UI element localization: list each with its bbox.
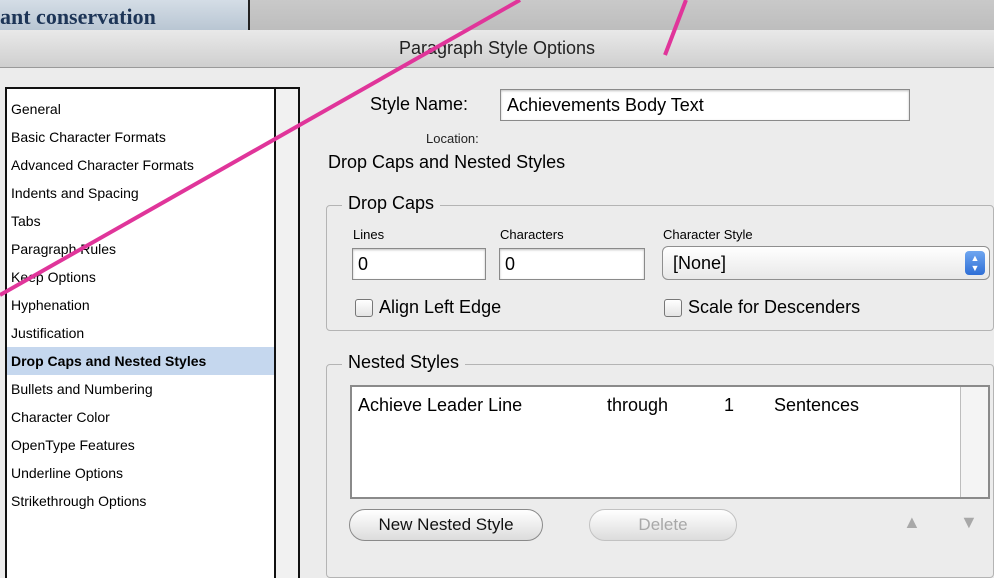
- category-item-advanced-character-formats[interactable]: Advanced Character Formats: [7, 151, 276, 179]
- move-up-arrow-icon[interactable]: ▲: [903, 512, 921, 533]
- category-list-scrollbar[interactable]: [274, 89, 298, 578]
- category-item-tabs[interactable]: Tabs: [7, 207, 276, 235]
- nested-styles-legend: Nested Styles: [342, 352, 466, 373]
- character-style-value: [None]: [673, 253, 727, 273]
- scale-for-descenders-option[interactable]: Scale for Descenders: [664, 297, 860, 319]
- section-title: Drop Caps and Nested Styles: [328, 152, 566, 172]
- scale-for-descenders-label: Scale for Descenders: [688, 297, 861, 317]
- category-list-panel: General Basic Character Formats Advanced…: [5, 87, 300, 578]
- align-left-edge-option[interactable]: Align Left Edge: [355, 297, 501, 319]
- new-nested-style-button[interactable]: New Nested Style: [349, 509, 543, 541]
- nested-styles-scrollbar[interactable]: [960, 387, 988, 497]
- category-item-hyphenation[interactable]: Hyphenation: [7, 291, 276, 319]
- style-name-input[interactable]: [500, 89, 910, 121]
- style-name-label: Style Name:: [370, 94, 469, 114]
- characters-label: Characters: [500, 227, 564, 242]
- category-item-character-color[interactable]: Character Color: [7, 403, 276, 431]
- category-item-paragraph-rules[interactable]: Paragraph Rules: [7, 235, 276, 263]
- category-item-strikethrough-options[interactable]: Strikethrough Options: [7, 487, 276, 515]
- updown-arrows-icon: ▲ ▼: [965, 251, 985, 275]
- move-down-arrow-icon[interactable]: ▼: [960, 512, 978, 533]
- characters-input[interactable]: [499, 248, 645, 280]
- category-item-justification[interactable]: Justification: [7, 319, 276, 347]
- character-style-label: Character Style: [663, 227, 753, 242]
- category-item-basic-character-formats[interactable]: Basic Character Formats: [7, 123, 276, 151]
- delete-nested-style-button[interactable]: Delete: [589, 509, 737, 541]
- category-item-general[interactable]: General: [7, 95, 276, 123]
- nested-styles-list[interactable]: Achieve Leader Line through 1 Sentences: [350, 385, 990, 499]
- lines-input[interactable]: [352, 248, 486, 280]
- background-document-tab: ant conservation: [0, 0, 250, 30]
- dialog-title: Paragraph Style Options: [398, 38, 596, 58]
- location-label: Location:: [426, 131, 479, 146]
- category-item-indents-and-spacing[interactable]: Indents and Spacing: [7, 179, 276, 207]
- category-list: General Basic Character Formats Advanced…: [7, 95, 276, 515]
- nested-style-name[interactable]: Achieve Leader Line: [358, 395, 522, 416]
- category-item-keep-options[interactable]: Keep Options: [7, 263, 276, 291]
- character-style-select[interactable]: [None] ▲ ▼: [662, 246, 990, 280]
- nested-style-mode[interactable]: through: [607, 395, 668, 416]
- nested-style-count[interactable]: 1: [724, 395, 734, 416]
- dialog-titlebar[interactable]: Paragraph Style Options: [0, 30, 994, 68]
- lines-label: Lines: [353, 227, 385, 242]
- nested-style-unit[interactable]: Sentences: [774, 395, 859, 416]
- align-left-edge-label: Align Left Edge: [379, 297, 502, 317]
- category-item-drop-caps-and-nested-styles[interactable]: Drop Caps and Nested Styles: [7, 347, 276, 375]
- category-item-underline-options[interactable]: Underline Options: [7, 459, 276, 487]
- drop-caps-legend: Drop Caps: [342, 193, 441, 214]
- category-item-opentype-features[interactable]: OpenType Features: [7, 431, 276, 459]
- category-item-bullets-and-numbering[interactable]: Bullets and Numbering: [7, 375, 276, 403]
- scale-for-descenders-checkbox[interactable]: [664, 298, 682, 317]
- background-document-title: ant conservation: [0, 4, 156, 29]
- align-left-edge-checkbox[interactable]: [355, 298, 373, 317]
